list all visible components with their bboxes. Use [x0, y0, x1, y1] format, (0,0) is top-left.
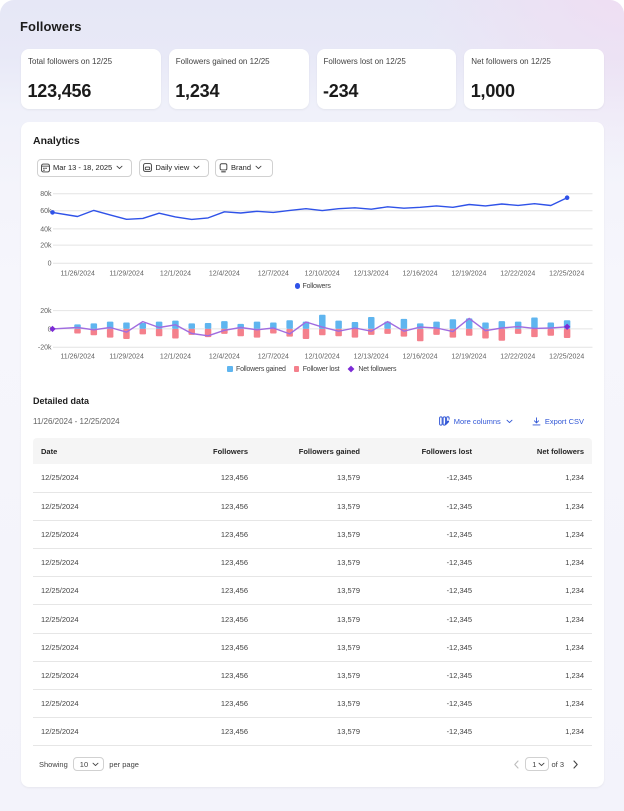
svg-text:12/16/2024: 12/16/2024 [402, 354, 437, 361]
svg-text:11/29/2024: 11/29/2024 [109, 354, 144, 361]
svg-text:11/26/2024: 11/26/2024 [60, 271, 95, 278]
svg-text:11/29/2024: 11/29/2024 [109, 271, 144, 278]
svg-text:40k: 40k [40, 226, 52, 233]
svg-text:60k: 60k [40, 208, 52, 215]
svg-text:12/25/2024: 12/25/2024 [549, 354, 584, 361]
svg-text:12/4/2024: 12/4/2024 [209, 271, 240, 278]
svg-text:12/10/2024: 12/10/2024 [305, 271, 340, 278]
svg-text:20k: 20k [40, 243, 52, 250]
svg-text:12/19/2024: 12/19/2024 [451, 271, 486, 278]
svg-text:12/7/2024: 12/7/2024 [258, 354, 289, 361]
svg-text:12/16/2024: 12/16/2024 [402, 271, 437, 278]
svg-text:20k: 20k [40, 308, 52, 315]
svg-text:12/1/2024: 12/1/2024 [160, 354, 191, 361]
svg-text:12/25/2024: 12/25/2024 [549, 271, 584, 278]
svg-text:12/13/2024: 12/13/2024 [354, 271, 389, 278]
svg-text:12/1/2024: 12/1/2024 [160, 271, 191, 278]
svg-text:12/10/2024: 12/10/2024 [305, 354, 340, 361]
svg-text:12/4/2024: 12/4/2024 [209, 354, 240, 361]
svg-text:-20k: -20k [38, 345, 52, 352]
svg-text:12/22/2024: 12/22/2024 [500, 354, 535, 361]
svg-text:80k: 80k [40, 191, 52, 198]
svg-text:12/13/2024: 12/13/2024 [354, 354, 389, 361]
svg-text:11/26/2024: 11/26/2024 [60, 354, 95, 361]
svg-text:12/22/2024: 12/22/2024 [500, 271, 535, 278]
svg-text:0: 0 [48, 261, 52, 268]
svg-text:12/7/2024: 12/7/2024 [258, 271, 289, 278]
svg-text:12/19/2024: 12/19/2024 [451, 354, 486, 361]
